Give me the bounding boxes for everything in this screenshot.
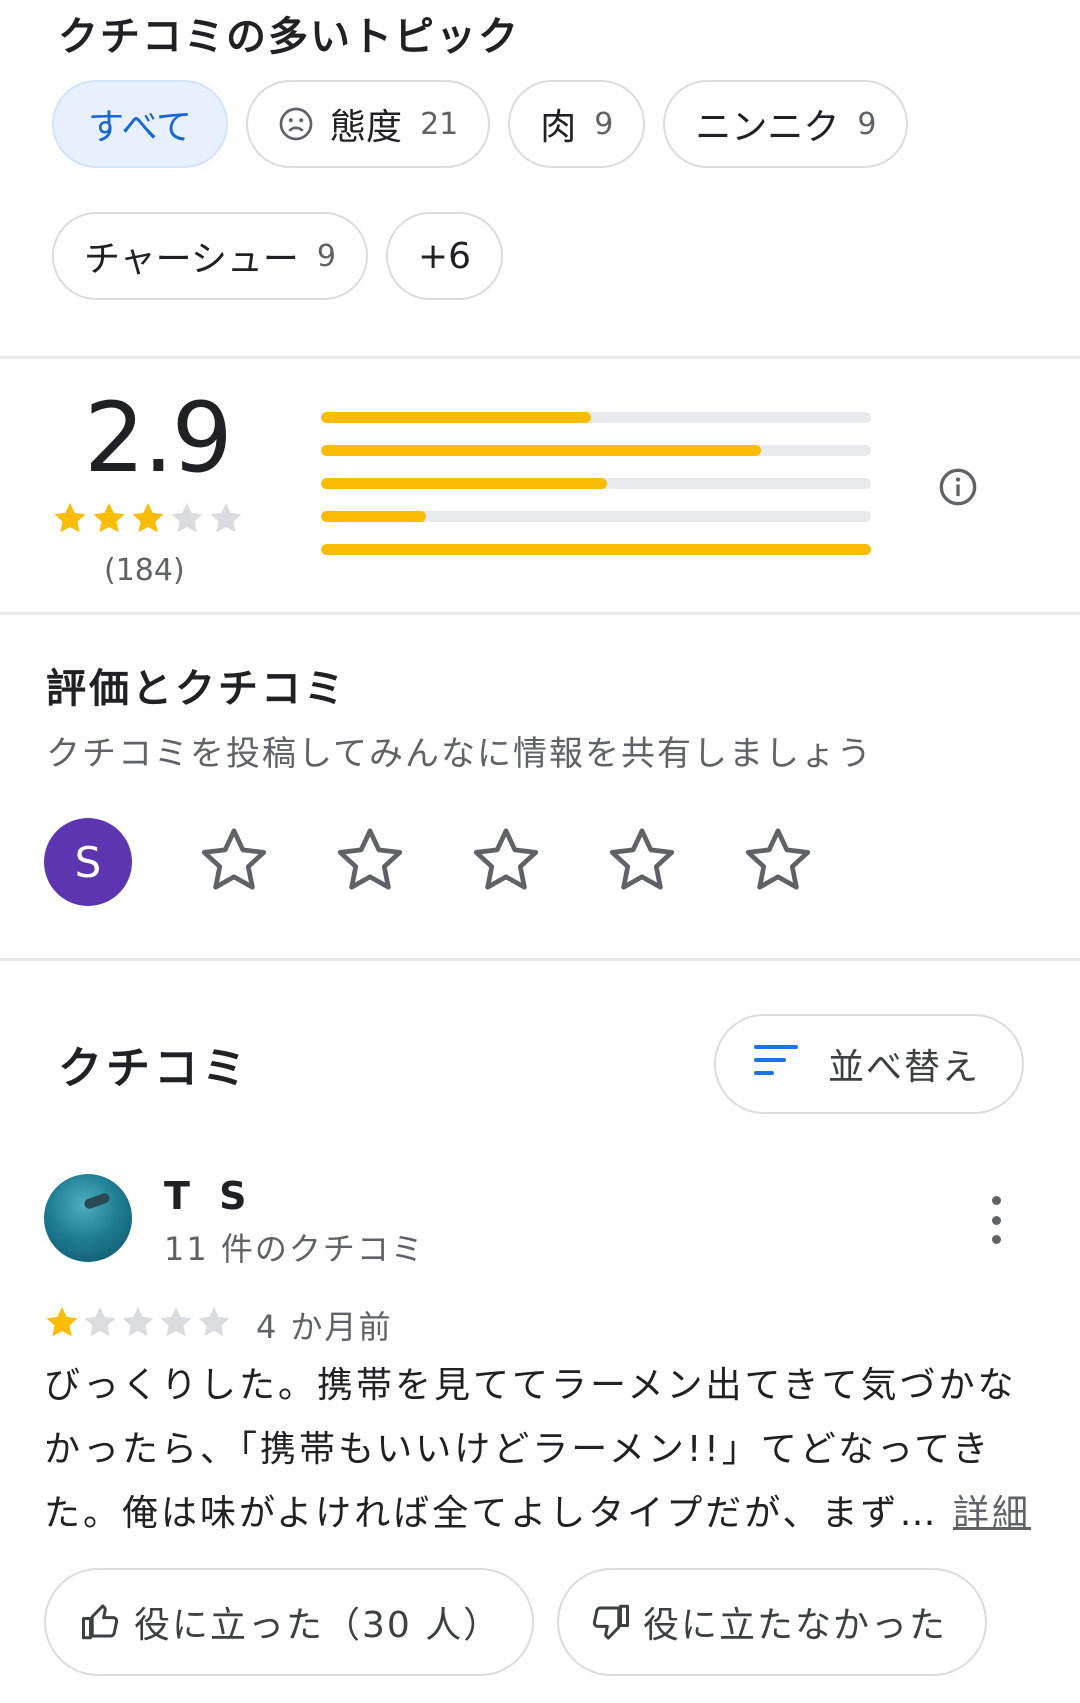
star-empty-icon	[210, 503, 242, 533]
divider	[0, 356, 1080, 359]
bar-fill	[321, 511, 426, 522]
divider	[0, 958, 1080, 961]
rate-star-4[interactable]	[604, 822, 680, 898]
star-filled-icon	[46, 1307, 78, 1337]
divider	[0, 612, 1080, 615]
not-helpful-button[interactable]: 役に立たなかった	[557, 1568, 987, 1676]
chip-label: すべて	[88, 107, 193, 148]
bar-3-stars	[321, 478, 871, 489]
bar-1-star	[321, 544, 871, 555]
star-filled-icon	[93, 503, 125, 533]
thumbs-up-icon	[80, 1601, 122, 1643]
chip-chashu[interactable]: チャーシュー 9	[52, 212, 369, 300]
not-helpful-label: 役に立たなかった	[643, 1605, 948, 1646]
star-empty-icon	[84, 1307, 116, 1337]
review-body: びっくりした。携帯を見ててラーメン出てきて気づかなかったら、「携帯もいいけどラー…	[44, 1365, 1017, 1534]
rate-star-3[interactable]	[468, 822, 544, 898]
review-time: 4 か月前	[256, 1308, 393, 1346]
topics-title: クチコミの多いトピック	[58, 14, 520, 60]
chip-count: 9	[857, 106, 877, 142]
star-empty-icon	[160, 1307, 192, 1337]
sort-button[interactable]: 並べ替え	[714, 1014, 1024, 1114]
bar-fill	[321, 412, 591, 423]
chip-count: 21	[420, 106, 459, 142]
write-review-prompt: クチコミを投稿してみんなに情報を共有しましょう	[46, 734, 873, 774]
chip-count: 9	[594, 106, 614, 142]
chip-label: 態度	[330, 107, 403, 148]
chip-label: +6	[418, 235, 472, 277]
chip-count: 9	[316, 238, 337, 274]
topic-chips: すべて 態度 21 肉 9 ニンニク 9 チャーシュー 9 +6	[52, 80, 1032, 300]
reviewer-name[interactable]: T S	[164, 1174, 255, 1218]
star-empty-icon	[198, 1307, 230, 1337]
user-avatar[interactable]: S	[44, 818, 132, 906]
write-review-heading: 評価とクチコミ	[46, 666, 347, 712]
sort-icon	[754, 1043, 798, 1086]
thumbs-down-icon	[589, 1601, 631, 1643]
helpful-label: 役に立った（30 人）	[134, 1605, 502, 1646]
bar-fill	[321, 478, 607, 489]
bar-fill	[321, 445, 761, 456]
rate-stars	[196, 822, 816, 898]
review-count: (184)	[104, 553, 185, 588]
chip-meat[interactable]: 肉 9	[508, 80, 646, 168]
average-stars	[52, 500, 244, 536]
bar-5-stars	[321, 412, 871, 423]
rate-star-2[interactable]	[332, 822, 408, 898]
review-text: びっくりした。携帯を見ててラーメン出てきて気づかなかったら、「携帯もいいけどラー…	[44, 1354, 1044, 1546]
reviewer-avatar[interactable]	[44, 1174, 132, 1262]
helpful-button[interactable]: 役に立った（30 人）	[44, 1568, 534, 1676]
bar-4-stars	[321, 445, 871, 456]
chip-garlic[interactable]: ニンニク 9	[663, 80, 909, 168]
chip-label: チャーシュー	[84, 239, 299, 280]
reviewer-review-count: 11 件のクチコミ	[164, 1230, 425, 1268]
chip-label: 肉	[540, 107, 577, 148]
rate-star-1[interactable]	[196, 822, 272, 898]
star-filled-icon	[132, 503, 164, 533]
star-filled-icon	[54, 503, 86, 533]
rating-distribution	[321, 412, 871, 577]
rate-star-5[interactable]	[740, 822, 816, 898]
info-icon[interactable]	[938, 467, 978, 511]
average-rating: 2.9	[84, 382, 233, 494]
bar-2-stars	[321, 511, 871, 522]
review-more-link[interactable]: 詳細	[953, 1493, 1031, 1534]
chip-more[interactable]: +6	[386, 212, 504, 300]
chip-label: ニンニク	[695, 107, 840, 148]
review-stars	[44, 1304, 232, 1340]
sad-face-icon	[278, 106, 314, 142]
chip-all[interactable]: すべて	[52, 80, 229, 168]
star-empty-icon	[171, 503, 203, 533]
more-options-icon[interactable]	[986, 1196, 1006, 1244]
bar-fill	[321, 544, 871, 555]
sort-label: 並べ替え	[828, 1047, 981, 1088]
reviews-title: クチコミ	[58, 1043, 250, 1094]
chip-attitude[interactable]: 態度 21	[246, 80, 491, 168]
star-empty-icon	[122, 1307, 154, 1337]
